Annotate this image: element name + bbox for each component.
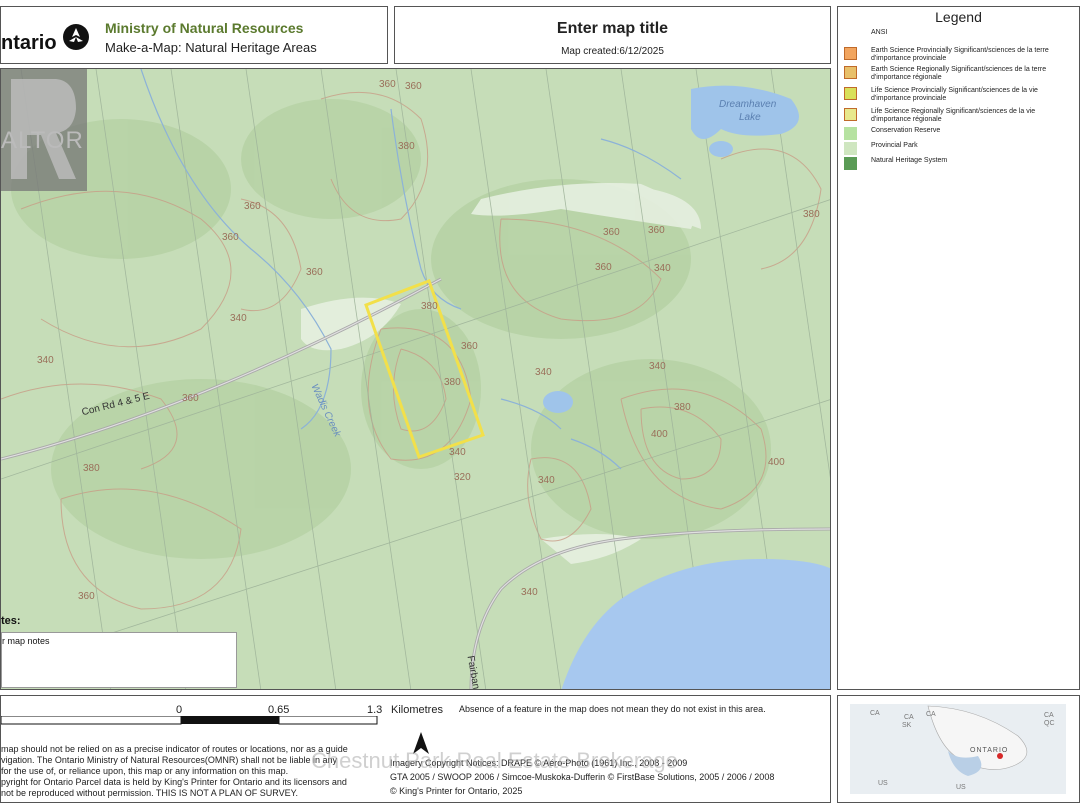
inset-label: CA [870,710,880,717]
legend-swatch [844,87,857,100]
legend-swatch [844,157,857,170]
inset-label: QC [1044,720,1055,727]
topographic-map[interactable] [1,69,831,690]
contour-label: 400 [768,457,785,468]
contour-label: 360 [461,341,478,352]
legend-label: Natural Heritage System [871,157,948,164]
map-created-date: Map created:6/12/2025 [561,46,664,57]
contour-label: 340 [654,263,671,274]
absence-note: Absence of a feature in the map does not… [459,704,766,714]
contour-label: 360 [244,201,261,212]
legend-swatch [844,47,857,60]
legend-swatch [844,142,857,155]
inset-overview-map[interactable]: CA CA CA SK CA QC ONTARIO US US [837,695,1080,803]
map-title[interactable]: Enter map title [395,20,830,38]
scale-tick-0: 0 [176,704,183,716]
lake-label-line2: Lake [739,112,761,123]
contour-label: 340 [649,361,666,372]
contour-label: 340 [538,475,555,486]
scale-tick-mid: 0.65 [268,704,290,716]
contour-label: 360 [222,232,239,243]
contour-label: 380 [803,209,820,220]
contour-label: 360 [603,227,620,238]
legend-label: Life Science Provincially Significant/sc… [871,87,1038,102]
inset-label: CA [1044,712,1054,719]
scale-unit: Kilometres [391,704,443,716]
legend-label: Life Science Regionally Significant/scie… [871,108,1036,123]
contour-label: 320 [454,472,471,483]
map-title-panel: Enter map title Map created:6/12/2025 [394,6,831,64]
realtor-text: ALTOR [1,127,84,154]
ontario-wordmark: ntario [1,32,57,54]
contour-label: 380 [444,377,461,388]
product-name: Make-a-Map: Natural Heritage Areas [105,40,317,55]
inset-label: CA [904,714,914,721]
contour-label: 400 [651,429,668,440]
legend-group-ansi: ANSI [871,29,888,36]
legend-panel: Legend ANSI Earth Science Provincially S… [837,6,1080,690]
inset-label: CA [926,711,936,718]
legend-swatch [844,66,857,79]
scale-tick-max: 1.3 [367,704,383,716]
contour-label: 380 [83,463,100,474]
legend-label: Conservation Reserve [871,127,941,134]
disclaimer-line: pyright for Ontario Parcel data is held … [1,777,347,787]
contour-label: 340 [521,587,538,598]
legend-swatch [844,108,857,121]
contour-label: 360 [379,79,396,90]
contour-label: 360 [595,262,612,273]
contour-label: 340 [535,367,552,378]
legend-title: Legend [935,9,982,25]
inset-label: US [878,780,888,787]
brokerage-watermark: Chestnut Park Real Estate Brokerage [311,748,678,773]
trillium-icon [63,24,89,50]
contour-label: 380 [421,301,438,312]
inset-label: ONTARIO [970,747,1009,754]
footer-panel: 0 0.65 1.3 Kilometres Absence of a featu… [0,695,831,803]
inset-label: US [956,784,966,791]
contour-label: 360 [78,591,95,602]
contour-label: 360 [182,393,199,404]
legend-label: Earth Science Regionally Significant/sci… [871,66,1047,81]
header-ministry-panel: ntario Ministry of Natural Resources Mak… [0,6,388,64]
legend-label: Earth Science Provincially Significant/s… [871,47,1049,62]
notes-box[interactable]: r map notes [1,632,237,688]
disclaimer-line: not be reproduced without permission. TH… [1,788,298,798]
notes-title: tes: [1,615,21,627]
legend-label: Provincial Park [871,142,918,149]
contour-label: 380 [674,402,691,413]
notes-text[interactable]: r map notes [2,636,50,646]
contour-label: 360 [648,225,665,236]
lake-label-line1: Dreamhaven [719,99,777,110]
ministry-name: Ministry of Natural Resources [105,20,304,36]
contour-label: 340 [37,355,54,366]
map-canvas[interactable]: 360 360 380 360 360 360 340 380 360 360 360 340 340 3… [0,68,831,690]
realtor-logo: ALTOR [1,69,91,227]
scale-bar [1,716,378,725]
contour-label: 360 [405,81,422,92]
inset-label: SK [902,722,912,729]
legend-swatch [844,127,857,140]
contour-label: 360 [306,267,323,278]
contour-label: 340 [230,313,247,324]
credit-line: © King's Printer for Ontario, 2025 [390,786,523,796]
contour-label: 380 [398,141,415,152]
contour-label: 340 [449,447,466,458]
